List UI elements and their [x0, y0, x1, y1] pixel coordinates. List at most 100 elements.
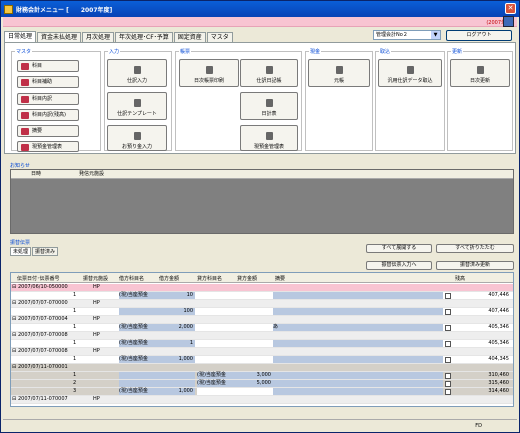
entry-header-row[interactable]: ⊟ 2007/07/11-070001: [11, 364, 513, 372]
entry-line-row[interactable]: 1 (現)当座預金 10 407,446: [11, 292, 513, 300]
entry-header-row[interactable]: ⊟ 2007/07/07-070000 HP: [11, 300, 513, 308]
logout-button[interactable]: ログアウト: [446, 30, 512, 41]
expand-all-label: すべて展開する: [381, 245, 417, 251]
journal-entry-label: 仕訳入力: [126, 78, 147, 84]
line-number: 1: [73, 292, 77, 298]
line-number: 1: [73, 308, 77, 314]
confirm-checkbox[interactable]: [445, 309, 451, 315]
breakdown-button[interactable]: 科目内訳: [17, 93, 79, 105]
cr-amount: [235, 292, 273, 299]
daily-total-label: 日計表: [261, 111, 277, 117]
deposit-entry-label: お預り金入力: [121, 144, 152, 150]
close-icon[interactable]: ✕: [505, 3, 516, 14]
settings-icon[interactable]: [503, 16, 514, 27]
dr-amount: 1,000: [157, 356, 195, 363]
ledger-button[interactable]: 元帳: [308, 59, 370, 87]
daily-print-button[interactable]: 日次帳票印刷: [179, 59, 239, 87]
confirm-checkbox[interactable]: [445, 341, 451, 347]
template-icon: [134, 99, 141, 107]
ledger-icon: [21, 112, 29, 119]
entry-line-row[interactable]: 1 (現)当座預金 1 405,346: [11, 340, 513, 348]
line-number: 2: [73, 380, 77, 386]
entry-line-row[interactable]: 1 100 407,446: [11, 308, 513, 316]
journal-template-button[interactable]: 仕訳テンプレート: [107, 92, 167, 120]
balance-cell: 310,460: [488, 372, 509, 378]
collapse-all-button[interactable]: すべて折りたたむ: [436, 244, 514, 253]
tab-pending[interactable]: 未処理: [10, 247, 32, 256]
account-button[interactable]: 科目: [17, 60, 79, 72]
confirm-checkbox[interactable]: [445, 389, 451, 395]
logout-label: ログアウト: [466, 32, 492, 38]
memo-button[interactable]: 摘要: [17, 125, 79, 137]
group-import-label: 取込: [379, 48, 392, 55]
balance-cell: 407,446: [488, 292, 509, 298]
entries-tabs: 未処理 振替済み: [10, 247, 59, 256]
ledger-icon: [21, 79, 29, 86]
import-button[interactable]: 汎用仕訳データ取込: [378, 59, 442, 87]
memo-cell: [273, 372, 443, 379]
deposit-entry-button[interactable]: お預り金入力: [107, 125, 167, 151]
balance-cell: 315,460: [488, 380, 509, 386]
confirm-checkbox[interactable]: [445, 381, 451, 387]
cash-table-label: 現預金管理表: [32, 144, 63, 150]
book-icon: [266, 66, 273, 74]
group-cash-label: 現金: [309, 48, 322, 55]
confirm-checkbox[interactable]: [445, 373, 451, 379]
entry-header-row[interactable]: ⊟ 2007/07/07-070004 HP: [11, 316, 513, 324]
notice-list[interactable]: 日時 発信元施設: [10, 169, 514, 234]
balance-cell: 405,346: [488, 340, 509, 346]
entry-number: 2007/07/07-070008: [18, 348, 68, 354]
transfer-input-button[interactable]: 振替伝票入力へ: [366, 261, 432, 270]
sub-account-button[interactable]: 科目補助: [17, 76, 79, 88]
notice-header: 日時 発信元施設: [11, 170, 513, 179]
cash-table-button[interactable]: 現預金管理表: [17, 141, 79, 152]
daily-total-button[interactable]: 日計表: [240, 92, 298, 120]
entry-line-row[interactable]: 1 (現)当座預金 3,000 310,460: [11, 372, 513, 380]
memo-cell: [273, 292, 443, 299]
entry-header-row[interactable]: ⊟ 2007/07/11-070007 HP: [11, 396, 513, 404]
daily-update-button[interactable]: 日次更新: [450, 59, 510, 87]
dr-account: (現)当座預金: [119, 340, 157, 347]
group-ledger: 帳票 日次帳票印刷 仕訳日記帳 日計表 現預金管理表: [175, 48, 302, 151]
transfer-update-label: 振替済み更新: [459, 262, 490, 268]
printer-icon: [206, 66, 213, 74]
balance-cell: 405,346: [488, 324, 509, 330]
entry-line-row[interactable]: 3 (現)当座預金 1,000 314,460: [11, 388, 513, 396]
group-update-label: 更新: [451, 48, 464, 55]
sub-account-label: 科目補助: [32, 79, 53, 85]
expand-toggle-icon: ⊟: [12, 300, 17, 306]
cash-report-button[interactable]: 現預金管理表: [240, 125, 298, 151]
journal-entry-button[interactable]: 仕訳入力: [107, 59, 167, 87]
entry-line-row[interactable]: 2 (現)当座預金 5,000 315,460: [11, 380, 513, 388]
confirm-checkbox[interactable]: [445, 293, 451, 299]
entries-grid[interactable]: 伝票日付･伝票番号 振替元施設 借方科目名 借方金額 貸方科目名 貸方金額 摘要…: [10, 272, 514, 407]
cr-account: (現)当座預金: [197, 380, 235, 387]
dr-account: [119, 380, 157, 387]
cr-amount: 3,000: [235, 372, 273, 379]
memo-cell: [273, 308, 443, 315]
journal-book-button[interactable]: 仕訳日記帳: [240, 59, 298, 87]
confirm-checkbox[interactable]: [445, 357, 451, 363]
report-icon: [266, 132, 273, 140]
memo-cell: [273, 388, 443, 395]
entry-line-row[interactable]: 1 (現)当座預金 1,000 404,345: [11, 356, 513, 364]
entry-facility: HP: [93, 284, 100, 290]
entry-header-row[interactable]: ⊟ 2007/07/07-070008 HP: [11, 348, 513, 356]
expand-toggle-icon: ⊟: [12, 348, 17, 354]
status-text: FD: [475, 423, 482, 429]
entry-line-row[interactable]: 1 (現)当座預金 2,000 あ 405,346: [11, 324, 513, 332]
entry-header-row[interactable]: ⊟ 2007/07/07-070008 HP: [11, 332, 513, 340]
transfer-update-button[interactable]: 振替済み更新: [436, 261, 514, 270]
breakdown-balance-button[interactable]: 科目内訳(残高): [17, 109, 79, 121]
expand-all-button[interactable]: すべて展開する: [366, 244, 432, 253]
col-date-no: 伝票日付･伝票番号: [17, 276, 60, 282]
entry-number: 2007/06/10-050000: [18, 284, 68, 290]
confirm-checkbox[interactable]: [445, 325, 451, 331]
import-label: 汎用仕訳データ取込: [387, 78, 433, 84]
cr-amount: [235, 388, 273, 395]
entry-header-row[interactable]: ⊟ 2007/06/10-050000 HP: [11, 284, 513, 292]
memo-cell: [273, 356, 443, 363]
company-select[interactable]: 管理会計No２ ▼: [373, 30, 441, 40]
tab-done[interactable]: 振替済み: [32, 247, 59, 256]
cr-amount: 5,000: [235, 380, 273, 387]
